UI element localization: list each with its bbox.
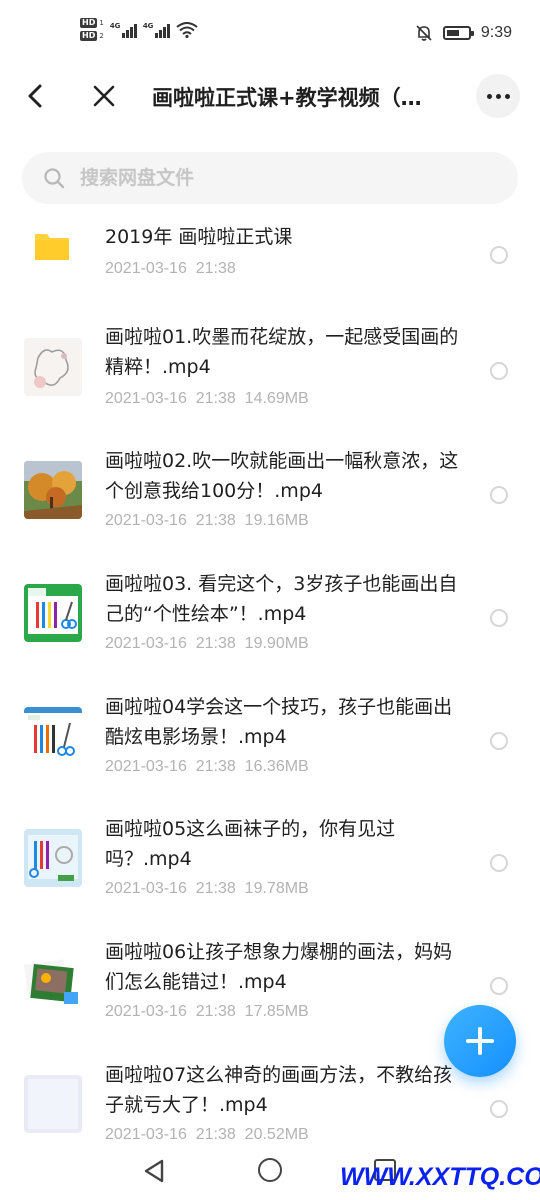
file-meta: 2021-03-16 21:38 17.85MB bbox=[105, 1003, 309, 1021]
hd-indicators: HD 1 HD 2 bbox=[80, 18, 104, 41]
status-left: HD 1 HD 2 4G 4G bbox=[80, 18, 198, 41]
signal-icon-2: 4G bbox=[143, 22, 170, 38]
file-meta: 2021-03-16 21:38 14.69MB bbox=[105, 390, 309, 408]
file-size: 19.78MB bbox=[244, 880, 309, 897]
file-date: 2021-03-16 21:38 bbox=[105, 635, 236, 652]
list-item-video[interactable]: 画啦啦02.吹一吹就能画出一幅秋意浓，这个创意我给100分！.mp4 2021-… bbox=[0, 446, 540, 564]
clock: 9:39 bbox=[480, 24, 512, 41]
search-bar[interactable] bbox=[22, 152, 518, 204]
file-date: 2021-03-16 21:38 bbox=[105, 758, 236, 775]
video-thumbnail bbox=[24, 829, 82, 887]
file-name: 2019年 画啦啦正式课 bbox=[105, 226, 293, 248]
hd1-number: 1 bbox=[99, 19, 104, 27]
file-name: 画啦啦01.吹墨而花绽放，一起感受国画的精粹！.mp4 bbox=[105, 326, 459, 378]
nav-back-icon[interactable] bbox=[142, 1158, 166, 1184]
mute-bell-icon bbox=[416, 25, 432, 41]
file-meta: 2021-03-16 21:38 16.36MB bbox=[105, 758, 309, 776]
file-meta: 2021-03-16 21:38 19.90MB bbox=[105, 635, 309, 653]
close-icon bbox=[93, 85, 115, 107]
status-bar: HD 1 HD 2 4G 4G 9:39 bbox=[0, 0, 540, 64]
folder-icon bbox=[35, 234, 69, 260]
page-title: 画啦啦正式课+教学视频（… bbox=[152, 86, 422, 110]
close-button[interactable] bbox=[88, 80, 120, 112]
watermark-text: WWW.XXTTQ.COM bbox=[340, 1163, 540, 1191]
hd2-icon: HD 2 bbox=[80, 31, 104, 41]
network-type-2: 4G bbox=[142, 21, 154, 30]
wifi-icon bbox=[176, 21, 198, 38]
file-name: 画啦啦06让孩子想象力爆棚的画法，妈妈们怎么能错过！.mp4 bbox=[105, 941, 453, 993]
file-name: 画啦啦07这么神奇的画画方法，不教给孩子就亏大了！.mp4 bbox=[105, 1064, 453, 1116]
file-name: 画啦啦02.吹一吹就能画出一幅秋意浓，这个创意我给100分！.mp4 bbox=[105, 450, 459, 502]
file-size: 19.16MB bbox=[244, 512, 309, 529]
select-checkbox[interactable] bbox=[490, 977, 508, 995]
file-date: 2021-03-16 21:38 bbox=[105, 512, 236, 529]
status-right: 9:39 bbox=[415, 24, 512, 42]
file-date: 2021-03-16 21:38 bbox=[105, 260, 236, 277]
select-checkbox[interactable] bbox=[490, 486, 508, 504]
select-checkbox[interactable] bbox=[490, 854, 508, 872]
top-bar: 画啦啦正式课+教学视频（… bbox=[0, 64, 540, 130]
signal-icon: 4G bbox=[110, 22, 137, 38]
file-date: 2021-03-16 21:38 bbox=[105, 1003, 236, 1020]
add-button[interactable] bbox=[444, 1005, 516, 1077]
search-input[interactable] bbox=[80, 167, 460, 189]
file-size: 14.69MB bbox=[244, 390, 309, 407]
nav-home-icon[interactable] bbox=[258, 1158, 282, 1182]
network-type-1: 4G bbox=[109, 21, 121, 30]
search-icon bbox=[44, 168, 65, 189]
video-thumbnail bbox=[24, 338, 82, 396]
file-meta: 2021-03-16 21:38 19.16MB bbox=[105, 512, 309, 530]
list-item-video[interactable]: 画啦啦05这么画袜子的，你有见过吗？.mp4 2021-03-16 21:38 … bbox=[0, 814, 540, 932]
video-thumbnail bbox=[24, 707, 82, 765]
list-item-video[interactable]: 画啦啦04学会这一个技巧，孩子也能画出酷炫电影场景！.mp4 2021-03-1… bbox=[0, 692, 540, 810]
more-horizontal-icon bbox=[486, 93, 492, 99]
battery-icon bbox=[442, 26, 474, 40]
back-button[interactable] bbox=[20, 80, 52, 112]
select-checkbox[interactable] bbox=[490, 362, 508, 380]
file-size: 17.85MB bbox=[244, 1003, 309, 1020]
select-checkbox[interactable] bbox=[490, 609, 508, 627]
list-item-folder[interactable]: 2019年 画啦啦正式课 2021-03-16 21:38 bbox=[0, 214, 540, 332]
file-name: 画啦啦04学会这一个技巧，孩子也能画出酷炫电影场景！.mp4 bbox=[105, 696, 453, 748]
file-size: 16.36MB bbox=[244, 758, 309, 775]
file-name: 画啦啦03. 看完这个，3岁孩子也能画出自己的“个性绘本”！.mp4 bbox=[105, 573, 458, 625]
file-name: 画啦啦05这么画袜子的，你有见过吗？.mp4 bbox=[105, 818, 396, 870]
select-checkbox[interactable] bbox=[490, 1100, 508, 1118]
hd1-icon: HD 1 bbox=[80, 18, 104, 28]
select-checkbox[interactable] bbox=[490, 732, 508, 750]
hd2-number: 2 bbox=[99, 32, 104, 40]
video-thumbnail bbox=[24, 461, 82, 519]
select-checkbox[interactable] bbox=[490, 246, 508, 264]
file-meta: 2021-03-16 21:38 19.78MB bbox=[105, 880, 309, 898]
video-thumbnail bbox=[24, 584, 82, 642]
chevron-left-icon bbox=[28, 84, 42, 108]
file-date: 2021-03-16 21:38 bbox=[105, 390, 236, 407]
list-item-video[interactable]: 画啦啦01.吹墨而花绽放，一起感受国画的精粹！.mp4 2021-03-16 2… bbox=[0, 322, 540, 440]
file-meta: 2021-03-16 21:38 bbox=[105, 260, 236, 278]
video-thumbnail bbox=[24, 952, 82, 1010]
list-item-video[interactable]: 画啦啦03. 看完这个，3岁孩子也能画出自己的“个性绘本”！.mp4 2021-… bbox=[0, 569, 540, 687]
video-thumbnail bbox=[24, 1075, 82, 1133]
battery-level bbox=[446, 30, 459, 36]
more-button[interactable] bbox=[476, 74, 520, 118]
file-date: 2021-03-16 21:38 bbox=[105, 880, 236, 897]
file-size: 19.90MB bbox=[244, 635, 309, 652]
